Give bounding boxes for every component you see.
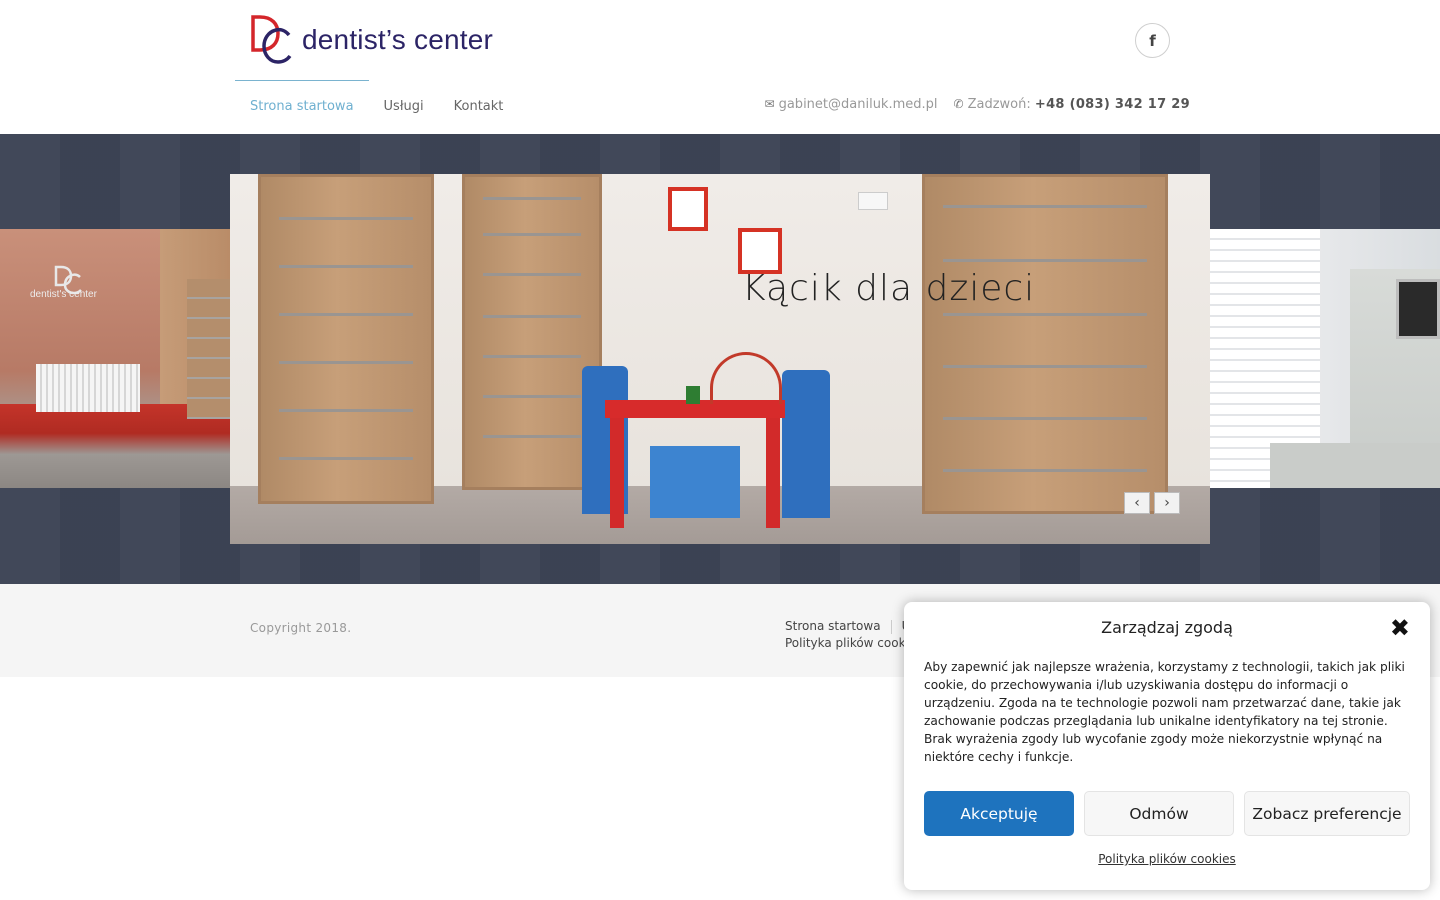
copyright-text: Copyright 2018. bbox=[250, 621, 352, 635]
cookie-policy-link[interactable]: Polityka plików cookies bbox=[904, 852, 1430, 866]
radiator bbox=[36, 364, 140, 412]
email-contact[interactable]: ✉ gabinet@daniluk.med.pl bbox=[765, 97, 938, 112]
door-left bbox=[258, 174, 434, 504]
header-contact: ✉ gabinet@daniluk.med.pl ✆ Zadzwoń: +48 (0… bbox=[765, 97, 1190, 112]
main-nav: Strona startowa Usługi Kontakt bbox=[250, 99, 503, 114]
footer-link-home[interactable]: Strona startowa bbox=[785, 618, 881, 635]
nav-active-indicator bbox=[235, 80, 369, 81]
logo-text: dentist’s center bbox=[302, 24, 494, 55]
slider-next-button[interactable]: › bbox=[1154, 492, 1180, 514]
phone-label: Zadzwoń: bbox=[967, 97, 1031, 112]
dental-monitor bbox=[1396, 279, 1440, 339]
nav-item-home[interactable]: Strona startowa bbox=[250, 99, 354, 114]
phone-contact[interactable]: ✆ Zadzwoń: +48 (083) 342 17 29 bbox=[954, 97, 1190, 112]
door-right bbox=[922, 174, 1168, 514]
reception-sign: dentist's center bbox=[30, 289, 97, 300]
view-preferences-button[interactable]: Zobacz preferencje bbox=[1244, 791, 1410, 836]
footer-link-cookie-policy[interactable]: Polityka plików cook bbox=[785, 636, 906, 650]
footer-nav: Strona startowa U Polityka plików cook bbox=[785, 618, 910, 652]
phone-icon: ✆ bbox=[953, 97, 964, 111]
table-leg-left bbox=[610, 418, 624, 528]
table-leg-right bbox=[766, 418, 780, 528]
site-logo[interactable]: dentist’s center bbox=[248, 14, 508, 66]
slider-prev-button[interactable]: ‹ bbox=[1124, 492, 1150, 514]
deny-button[interactable]: Odmów bbox=[1084, 791, 1234, 836]
toy-box bbox=[650, 446, 740, 518]
cookie-dialog-title: Zarządzaj zgodą bbox=[1101, 618, 1233, 637]
cookie-dialog-text: Aby zapewnić jak najlepsze wrażenia, kor… bbox=[924, 660, 1405, 764]
nav-item-services[interactable]: Usługi bbox=[384, 99, 424, 114]
site-header: dentist’s center f Strona startowa Usług… bbox=[0, 0, 1440, 134]
email-text: gabinet@daniluk.med.pl bbox=[778, 97, 938, 112]
cookie-consent-dialog: Zarządzaj zgodą ✖ Aby zapewnić jak najle… bbox=[904, 602, 1430, 890]
envelope-icon: ✉ bbox=[764, 97, 775, 111]
hero-slider: dentist's center Kącik dla dzieci ‹ › bbox=[0, 134, 1440, 584]
reception-door bbox=[187, 279, 230, 419]
door-middle bbox=[462, 174, 602, 490]
footer-link-separator bbox=[890, 619, 892, 634]
slide-active: Kącik dla dzieci ‹ › bbox=[230, 174, 1210, 544]
slide-preview-right[interactable] bbox=[1210, 229, 1440, 488]
close-icon[interactable]: ✖ bbox=[1390, 616, 1410, 640]
dc-logo-icon bbox=[251, 15, 292, 64]
slide-preview-left[interactable]: dentist's center bbox=[0, 229, 230, 488]
slide-caption: Kącik dla dzieci bbox=[742, 268, 1036, 309]
facebook-button[interactable]: f bbox=[1135, 23, 1170, 58]
dental-tray bbox=[1270, 443, 1440, 488]
phone-number: +48 (083) 342 17 29 bbox=[1034, 97, 1190, 112]
accept-button[interactable]: Akceptuję bbox=[924, 791, 1074, 836]
pencil-cup bbox=[686, 386, 700, 404]
facebook-icon: f bbox=[1149, 31, 1156, 50]
wall-picture-train bbox=[668, 187, 708, 231]
nav-item-contact[interactable]: Kontakt bbox=[454, 99, 504, 114]
chair-right bbox=[782, 370, 830, 518]
thermostat bbox=[858, 192, 888, 210]
